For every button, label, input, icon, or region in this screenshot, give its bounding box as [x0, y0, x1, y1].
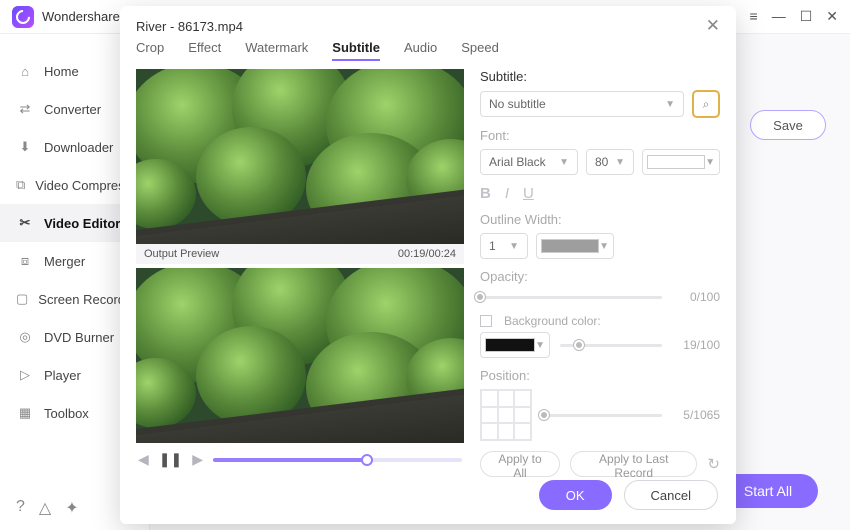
tab-audio[interactable]: Audio: [404, 40, 437, 61]
editor-dialog: River - 86173.mp4 ✕ Crop Effect Watermark S…: [120, 6, 736, 524]
subtitle-select-value: No subtitle: [489, 97, 546, 111]
sidebar-item-label: Converter: [44, 102, 101, 117]
pause-icon[interactable]: ❚❚: [159, 451, 182, 468]
cancel-button[interactable]: Cancel: [624, 480, 718, 510]
outline-width-select[interactable]: 1▼: [480, 233, 528, 259]
prev-icon[interactable]: ◀: [138, 451, 149, 468]
bg-color-label: Background color:: [504, 314, 601, 328]
italic-toggle[interactable]: I: [505, 185, 509, 202]
ok-button[interactable]: OK: [539, 480, 612, 510]
bg-color-select[interactable]: ▼: [480, 332, 550, 358]
preview-column: Output Preview 00:19/00:24 ◀ ❚❚ ▶: [136, 69, 464, 470]
save-button[interactable]: Save: [750, 110, 826, 140]
underline-toggle[interactable]: U: [523, 185, 534, 202]
brand-logo: [12, 6, 34, 28]
bg-color-checkbox[interactable]: [480, 315, 492, 327]
font-color-swatch: [647, 155, 705, 169]
player-icon: ▷: [16, 366, 34, 384]
preview-label: Output Preview: [144, 248, 219, 260]
font-select[interactable]: Arial Black▼: [480, 149, 578, 175]
font-size-select[interactable]: 80▼: [586, 149, 634, 175]
dvd-burner-icon: ◎: [16, 328, 34, 346]
home-icon: ⌂: [16, 62, 34, 80]
notifications-icon[interactable]: △: [39, 498, 51, 518]
position-grid[interactable]: [480, 389, 532, 441]
opacity-value: 0/100: [672, 290, 720, 304]
maximize-icon[interactable]: ☐: [800, 8, 813, 25]
preview-output: [136, 268, 464, 443]
screen-recorder-icon: ▢: [16, 290, 28, 308]
sidebar-item-label: Downloader: [44, 140, 113, 155]
video-compressor-icon: ⧉: [16, 176, 25, 194]
close-icon[interactable]: ✕: [826, 8, 838, 25]
font-color-select[interactable]: ▼: [642, 149, 720, 175]
sidebar-item-label: Toolbox: [44, 406, 89, 421]
sidebar-item-label: Player: [44, 368, 81, 383]
opacity-slider[interactable]: [480, 296, 662, 299]
tab-effect[interactable]: Effect: [188, 40, 221, 61]
outline-width-value: 1: [489, 239, 496, 253]
promo-icon[interactable]: ✦: [65, 498, 78, 518]
outline-color-swatch: [541, 239, 599, 253]
font-size-value: 80: [595, 155, 608, 169]
position-value: 5/1065: [672, 408, 720, 422]
merger-icon: ⧈: [16, 252, 34, 270]
subtitle-options: Subtitle: No subtitle▼ ⌕ Font: Arial Bla…: [480, 69, 720, 470]
next-icon[interactable]: ▶: [192, 451, 203, 468]
bg-opacity-value: 19/100: [672, 338, 720, 352]
sidebar-item-label: Merger: [44, 254, 85, 269]
font-label: Font:: [480, 128, 720, 143]
menu-icon[interactable]: ≡: [750, 8, 758, 25]
bg-color-swatch: [485, 338, 535, 352]
preview-original: [136, 69, 464, 244]
sidebar-item-label: Home: [44, 64, 79, 79]
search-subtitle-button[interactable]: ⌕: [692, 90, 720, 118]
sidebar-item-label: Video Editor: [44, 216, 120, 231]
tab-crop[interactable]: Crop: [136, 40, 164, 61]
font-select-value: Arial Black: [489, 155, 546, 169]
minimize-icon[interactable]: —: [772, 8, 786, 25]
player-controls: ◀ ❚❚ ▶: [136, 443, 464, 470]
subtitle-heading: Subtitle:: [480, 69, 720, 84]
preview-time: 00:19/00:24: [398, 248, 456, 260]
subtitle-select[interactable]: No subtitle▼: [480, 91, 684, 117]
toolbox-icon: ▦: [16, 404, 34, 422]
outline-color-select[interactable]: ▼: [536, 233, 614, 259]
opacity-label: Opacity:: [480, 269, 720, 284]
position-slider[interactable]: [542, 414, 662, 417]
video-editor-icon: ✂: [16, 214, 34, 232]
sidebar-item-label: DVD Burner: [44, 330, 114, 345]
dialog-title: River - 86173.mp4: [136, 19, 243, 34]
tab-speed[interactable]: Speed: [461, 40, 499, 61]
bg-opacity-slider[interactable]: [560, 344, 662, 347]
position-label: Position:: [480, 368, 720, 383]
outline-label: Outline Width:: [480, 212, 720, 227]
tab-subtitle[interactable]: Subtitle: [332, 40, 380, 61]
tab-watermark[interactable]: Watermark: [245, 40, 308, 61]
seek-slider[interactable]: [213, 458, 462, 462]
bold-toggle[interactable]: B: [480, 185, 491, 202]
dialog-close-icon[interactable]: ✕: [706, 16, 720, 36]
search-icon: ⌕: [703, 97, 710, 112]
downloader-icon: ⬇: [16, 138, 34, 156]
converter-icon: ⇄: [16, 100, 34, 118]
help-icon[interactable]: ?: [16, 498, 25, 518]
